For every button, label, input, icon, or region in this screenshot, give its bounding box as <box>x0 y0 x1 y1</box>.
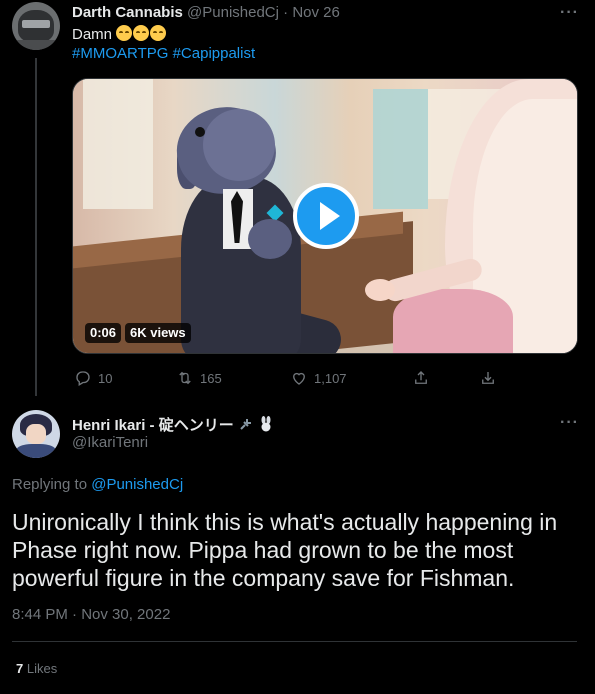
tweet1-action-bar: 10 165 1,107 <box>72 368 502 388</box>
more-icon[interactable]: ··· <box>560 414 579 432</box>
tweet1-separator: · <box>283 4 289 21</box>
share-button[interactable] <box>412 368 430 388</box>
relieved-face-emoji-icon <box>116 25 133 41</box>
tweet1-header: Darth Cannabis @PunishedCj · Nov 26 <box>72 4 340 21</box>
download-icon <box>482 372 494 384</box>
hashtag-link[interactable]: #MMOARTPG <box>72 45 168 62</box>
likes-summary[interactable]: 7 Likes <box>16 661 57 676</box>
more-icon[interactable]: ··· <box>560 4 579 22</box>
retweet-icon <box>179 371 191 385</box>
tweet2-author: Henri Ikari - 碇ヘンリー <box>72 414 274 435</box>
thread-connector-line <box>35 58 37 396</box>
video-duration-badge: 0:06 <box>85 323 122 343</box>
replying-to-line: Replying to @PunishedCj <box>12 476 183 493</box>
relieved-face-emoji-icon <box>133 25 150 41</box>
avatar-henri-ikari[interactable] <box>12 410 60 458</box>
like-count: 1,107 <box>314 370 347 386</box>
tweet1-text: Damn <box>72 25 167 45</box>
like-icon <box>293 372 305 385</box>
tweet1-author-name[interactable]: Darth Cannabis <box>72 4 183 21</box>
tweet2-handle[interactable]: @IkariTenri <box>72 434 148 451</box>
download-button[interactable] <box>479 368 497 388</box>
reply-count: 10 <box>98 370 113 386</box>
like-button[interactable]: 1,107 <box>290 368 347 388</box>
share-icon <box>415 371 427 384</box>
avatar-darth-cannabis[interactable] <box>12 2 60 50</box>
plug-emoji-icon <box>240 419 251 430</box>
relieved-face-emoji-icon <box>150 25 167 41</box>
replying-prefix: Replying to <box>12 476 88 493</box>
tweet2-timestamp[interactable]: 8:44 PM · Nov 30, 2022 <box>12 606 170 623</box>
retweet-count: 165 <box>200 370 222 386</box>
retweet-button[interactable]: 165 <box>176 368 222 388</box>
replying-to-handle[interactable]: @PunishedCj <box>91 476 183 493</box>
reply-icon <box>76 371 90 386</box>
divider <box>12 641 577 642</box>
tweet2-body: Unironically I think this is what's actu… <box>12 509 558 591</box>
tweet1-date[interactable]: Nov 26 <box>292 4 340 21</box>
tweet1-handle[interactable]: @PunishedCj <box>187 4 279 21</box>
rabbit-emoji-icon <box>261 416 271 432</box>
tweet1-text-content: Damn <box>72 26 113 43</box>
play-icon[interactable] <box>293 183 359 249</box>
reply-button[interactable]: 10 <box>74 368 112 388</box>
hashtag-link[interactable]: #Capippalist <box>173 45 256 62</box>
tweet1-video-player[interactable]: 0:06 6K views <box>72 78 578 354</box>
tweet1-hashtags: #MMOARTPG #Capippalist <box>72 45 255 62</box>
likes-count: 7 <box>16 661 24 676</box>
tweet2-author-name[interactable]: Henri Ikari - 碇ヘンリー <box>72 417 234 434</box>
video-views-badge: 6K views <box>125 323 191 343</box>
likes-label: Likes <box>26 661 58 676</box>
